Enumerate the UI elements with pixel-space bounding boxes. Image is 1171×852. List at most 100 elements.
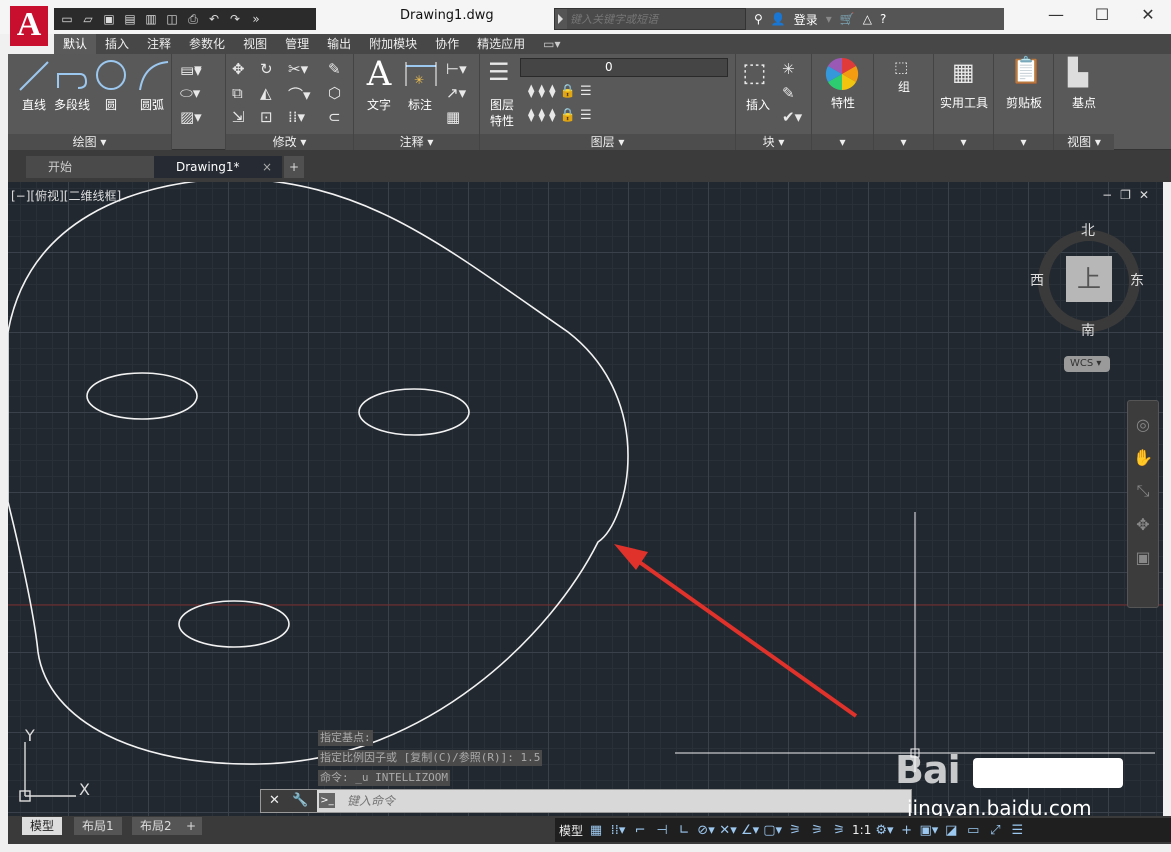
explode-icon[interactable]: ⬡ xyxy=(328,84,341,102)
showmotion-icon[interactable]: ▣ xyxy=(1128,548,1158,567)
line-icon[interactable] xyxy=(16,58,52,94)
tab-drawing1[interactable]: Drawing1* × xyxy=(154,156,282,178)
table-icon[interactable]: ▦ xyxy=(446,108,460,126)
rectangle-icon[interactable]: ▭▾ xyxy=(180,60,202,78)
text-tool-label[interactable]: 文字 xyxy=(364,96,394,113)
panel-groups-footer[interactable]: ▾ xyxy=(874,134,933,150)
tab-view[interactable]: 视图 xyxy=(234,34,276,54)
layer-properties-label-2[interactable]: 特性 xyxy=(484,112,520,129)
arc-tool-label[interactable]: 圆弧 xyxy=(134,96,170,113)
panel-layers-footer[interactable]: 图层 ▾ xyxy=(480,134,735,150)
search-input[interactable] xyxy=(567,9,745,29)
expand-triangle-icon[interactable] xyxy=(558,14,563,24)
layout-tab-2[interactable]: 布局2 xyxy=(132,817,180,835)
tab-parametric[interactable]: 参数化 xyxy=(180,34,234,54)
circle-icon[interactable] xyxy=(94,58,128,92)
autoscale-icon[interactable]: ⚞ xyxy=(808,823,826,838)
print-icon[interactable]: ⎙ xyxy=(184,12,202,27)
panel-properties-footer[interactable]: ▾ xyxy=(812,134,873,150)
add-layout-button[interactable]: + xyxy=(180,817,203,835)
dimension-tool-label[interactable]: 标注 xyxy=(402,96,438,113)
tab-collaborate[interactable]: 协作 xyxy=(426,34,468,54)
compass-north[interactable]: 北 xyxy=(1081,220,1095,240)
isolate-icon[interactable]: ◪ xyxy=(942,823,960,838)
command-input[interactable] xyxy=(347,792,887,810)
grid-icon[interactable]: ▦ xyxy=(587,823,605,838)
close-command-line-icon[interactable]: ✕ xyxy=(269,793,280,808)
panel-annotate-footer[interactable]: 注释 ▾ xyxy=(354,134,479,150)
compass-south[interactable]: 南 xyxy=(1081,320,1095,340)
panel-view-footer[interactable]: 视图 ▾ xyxy=(1054,134,1114,150)
close-button[interactable]: ✕ xyxy=(1125,0,1171,30)
linear-dim-icon[interactable]: ⊢▾ xyxy=(446,60,467,78)
edit-block-icon[interactable]: ✎ xyxy=(782,84,795,102)
trim-icon[interactable]: ✂▾ xyxy=(288,60,308,78)
base-tool-label[interactable]: 基点 xyxy=(1058,94,1110,111)
group-icon[interactable]: ⬚ xyxy=(894,58,908,76)
compass-west[interactable]: 西 xyxy=(1030,270,1044,290)
close-tab-icon[interactable]: × xyxy=(262,156,272,178)
scale-icon[interactable]: ⊡ xyxy=(260,108,273,126)
ribbon-options-icon[interactable]: ▭▾ xyxy=(534,34,569,54)
customize-icon[interactable]: 🔧 xyxy=(292,793,308,808)
annotation-scale-icon[interactable]: ⚞ xyxy=(830,823,848,838)
layer-properties-icon[interactable]: ☰ xyxy=(488,58,510,86)
help-button[interactable]: ? xyxy=(880,12,886,26)
tab-insert[interactable]: 插入 xyxy=(96,34,138,54)
panel-block-footer[interactable]: 块 ▾ xyxy=(736,134,811,150)
pan-icon[interactable]: ✋ xyxy=(1128,448,1158,467)
clipboard-icon[interactable]: 📋 xyxy=(1010,56,1042,86)
minimize-button[interactable]: — xyxy=(1033,0,1079,30)
layer-properties-label[interactable]: 图层 xyxy=(484,96,520,113)
stretch-icon[interactable]: ⇲ xyxy=(232,108,245,126)
hatch-icon[interactable]: ▨▾ xyxy=(180,108,202,126)
layer-tools-row-2[interactable]: ⧫ ⧫ ⧫ 🔒 ☰ xyxy=(528,108,592,123)
offset-icon[interactable]: ⊂ xyxy=(328,108,341,126)
tab-annotate[interactable]: 注释 xyxy=(138,34,180,54)
tab-manage[interactable]: 管理 xyxy=(276,34,318,54)
head-outline[interactable] xyxy=(8,182,629,765)
mirror-icon[interactable]: ◭ xyxy=(260,84,272,102)
layer-tools-row-1[interactable]: ⧫ ⧫ ⧫ 🔒 ☰ xyxy=(528,84,592,99)
clipboard-tool-label[interactable]: 剪贴板 xyxy=(996,94,1052,111)
share-icon[interactable]: ◫ xyxy=(163,12,181,26)
ellipse-icon[interactable]: ⬭▾ xyxy=(180,84,200,102)
fillet-icon[interactable]: ⌒▾ xyxy=(288,84,311,105)
workspace-gear-icon[interactable]: ⚙▾ xyxy=(875,823,893,838)
annotation-visibility-icon[interactable]: ⚞ xyxy=(786,823,804,838)
open-icon[interactable]: ▱ xyxy=(79,12,97,26)
viewcube[interactable]: 上 北 南 西 东 xyxy=(1030,220,1144,342)
a360-icon[interactable]: △ xyxy=(863,12,872,26)
compass-east[interactable]: 东 xyxy=(1130,270,1144,290)
array-icon[interactable]: ⁞⁞▾ xyxy=(288,108,305,126)
copy-icon[interactable]: ⧉ xyxy=(232,84,243,102)
properties-tool-label[interactable]: 特性 xyxy=(816,94,870,111)
viewcube-top-face[interactable]: 上 xyxy=(1066,256,1112,302)
app-logo-button[interactable]: A xyxy=(10,6,48,46)
saveas-icon[interactable]: ▤ xyxy=(121,12,139,26)
dropdown-icon[interactable]: ▾ xyxy=(826,12,832,26)
polar-icon[interactable]: ⊘▾ xyxy=(697,823,715,838)
panel-draw-footer[interactable]: 绘图 ▾ xyxy=(8,134,171,150)
panel-clipboard-footer[interactable]: ▾ xyxy=(994,134,1053,150)
arc-icon[interactable] xyxy=(136,58,170,92)
new-tab-button[interactable]: + xyxy=(284,156,304,178)
isodraft-icon[interactable]: ✕▾ xyxy=(719,823,737,838)
steering-wheel-icon[interactable]: ◎ xyxy=(1128,415,1158,434)
customize-status-icon[interactable]: ☰ xyxy=(1008,823,1026,838)
mouth[interactable] xyxy=(178,600,290,648)
login-link[interactable]: 登录 xyxy=(794,11,818,28)
zoom-icon[interactable]: ⤡ xyxy=(1128,481,1158,501)
create-block-icon[interactable]: ✳ xyxy=(782,60,795,78)
panel-utilities-footer[interactable]: ▾ xyxy=(934,134,993,150)
drawing-canvas[interactable]: [−][俯视][二维线框] − ❐ ✕ Y X 指定基点: 指定比例因子或 [复… xyxy=(8,182,1163,816)
more-icon[interactable]: » xyxy=(247,12,265,26)
attribute-icon[interactable]: ✔▾ xyxy=(782,108,802,126)
model-space-toggle[interactable]: 模型 xyxy=(559,822,583,839)
panel-modify-footer[interactable]: 修改 ▾ xyxy=(226,134,353,150)
otrack-icon[interactable]: ▢▾ xyxy=(763,823,782,838)
color-wheel-icon[interactable] xyxy=(824,56,860,92)
polyline-icon[interactable] xyxy=(54,60,90,94)
redo-icon[interactable]: ↷ xyxy=(226,12,244,26)
annotation-scale-value[interactable]: 1:1 xyxy=(852,823,871,837)
